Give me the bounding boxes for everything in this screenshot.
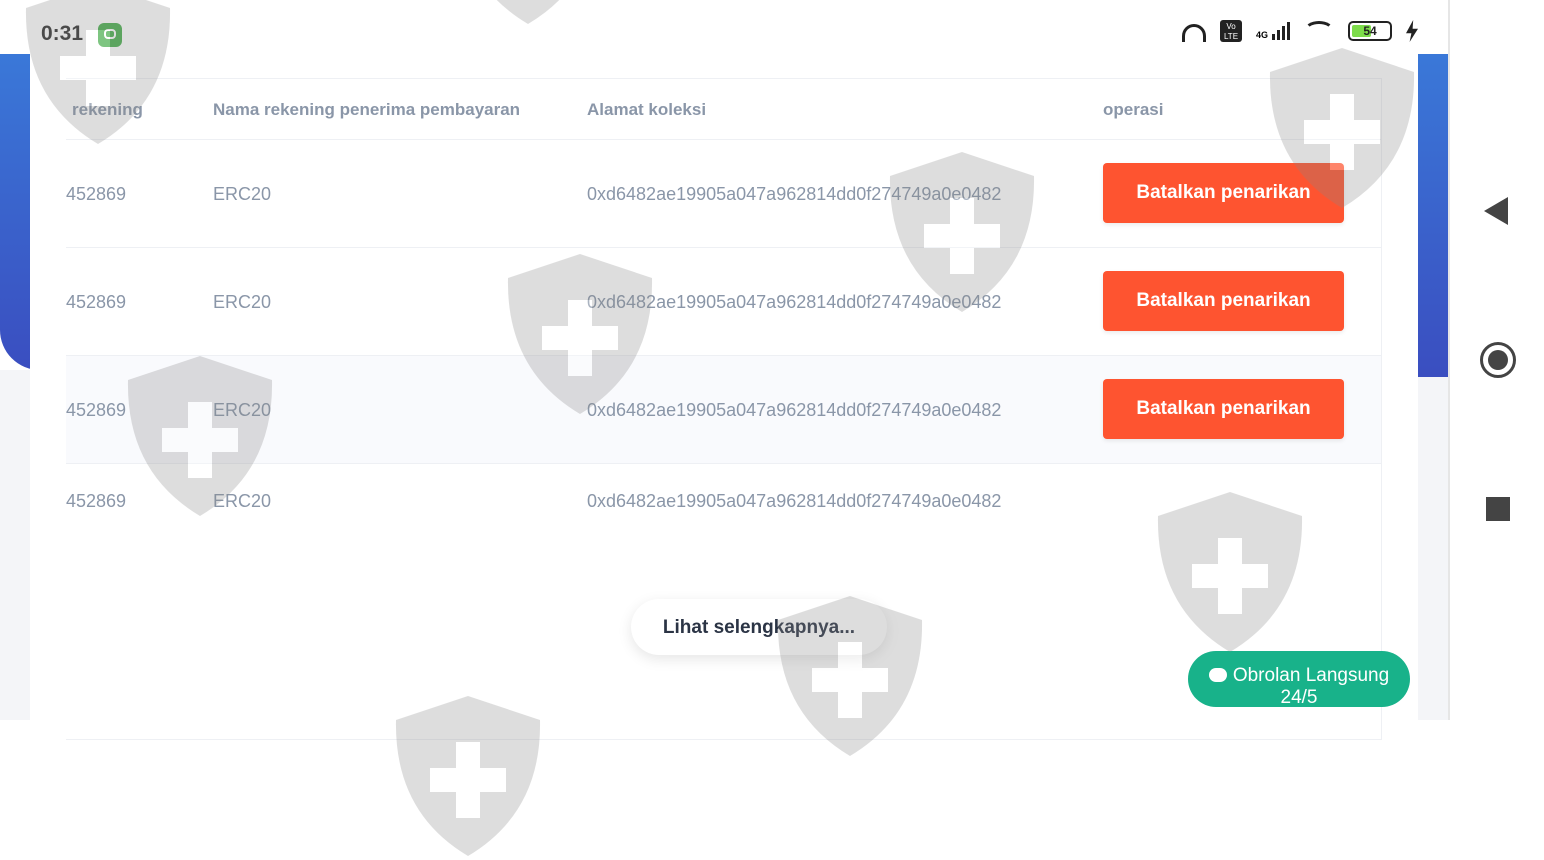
volte-icon: Vo LTE bbox=[1220, 20, 1242, 42]
table-header: rekening Nama rekening penerima pembayar… bbox=[66, 79, 1381, 140]
table-row: 452869 ERC20 0xd6482ae19905a047a962814dd… bbox=[66, 248, 1381, 356]
cell-account: 452869 bbox=[66, 400, 127, 420]
cell-address: 0xd6482ae19905a047a962814dd0f274749a0e04… bbox=[587, 400, 1002, 420]
recents-icon[interactable] bbox=[1486, 497, 1510, 521]
cell-recipient-name: ERC20 bbox=[213, 400, 272, 420]
table-row: 452869 ERC20 0xd6482ae19905a047a962814dd… bbox=[66, 140, 1381, 248]
cell-account: 452869 bbox=[66, 491, 127, 511]
cancel-withdrawal-button[interactable]: Batalkan penarikan bbox=[1103, 379, 1344, 439]
home-icon[interactable] bbox=[1480, 342, 1516, 378]
header-account: rekening bbox=[72, 100, 143, 119]
cell-address: 0xd6482ae19905a047a962814dd0f274749a0e04… bbox=[587, 184, 1002, 204]
cell-account: 452869 bbox=[66, 184, 127, 204]
cell-recipient-name: ERC20 bbox=[213, 184, 272, 204]
cell-address: 0xd6482ae19905a047a962814dd0f274749a0e04… bbox=[587, 491, 1002, 511]
status-bar: 0:31 Vo LTE 4G 54 bbox=[0, 0, 1448, 54]
navigation-bar bbox=[1448, 0, 1544, 720]
chat-icon bbox=[1208, 668, 1227, 682]
charging-icon bbox=[1406, 20, 1418, 42]
table-row: 452869 ERC20 0xd6482ae19905a047a962814dd… bbox=[66, 356, 1381, 464]
header-operation: operasi bbox=[1103, 100, 1164, 119]
table-row: 452869 ERC20 0xd6482ae19905a047a962814dd… bbox=[66, 464, 1381, 544]
cell-recipient-name: ERC20 bbox=[213, 292, 272, 312]
withdrawal-card: rekening Nama rekening penerima pembayar… bbox=[30, 54, 1418, 740]
battery-icon: 54 bbox=[1348, 21, 1392, 41]
cancel-withdrawal-button[interactable]: Batalkan penarikan bbox=[1103, 271, 1344, 331]
cell-recipient-name: ERC20 bbox=[213, 491, 272, 511]
header-recipient-name: Nama rekening penerima pembayaran bbox=[213, 100, 521, 119]
battery-level: 54 bbox=[1363, 24, 1377, 38]
status-icons: Vo LTE 4G 54 bbox=[1182, 20, 1418, 42]
live-chat-button[interactable]: Obrolan Langsung 24/5 bbox=[1188, 651, 1410, 708]
status-time: 0:31 bbox=[41, 22, 84, 45]
see-more-button[interactable]: Lihat selengkapnya... bbox=[631, 599, 887, 655]
cancel-withdrawal-button[interactable]: Batalkan penarikan bbox=[1103, 163, 1344, 223]
withdrawal-table[interactable]: rekening Nama rekening penerima pembayar… bbox=[66, 78, 1382, 740]
network-type: 4G bbox=[1256, 30, 1269, 40]
header-address: Alamat koleksi bbox=[587, 100, 707, 119]
cell-address: 0xd6482ae19905a047a962814dd0f274749a0e04… bbox=[587, 292, 1002, 312]
back-icon[interactable] bbox=[1484, 197, 1508, 225]
page-background-right bbox=[1418, 377, 1448, 720]
signal-icon: 4G bbox=[1256, 22, 1291, 40]
chat-hours: 24/5 bbox=[1280, 687, 1318, 708]
wifi-icon bbox=[1304, 21, 1334, 41]
header-background-right bbox=[1418, 54, 1448, 377]
cell-account: 452869 bbox=[66, 292, 127, 312]
app-notification-icon bbox=[98, 23, 122, 47]
chat-label: Obrolan Langsung bbox=[1232, 665, 1390, 686]
headphones-icon bbox=[1182, 24, 1206, 42]
